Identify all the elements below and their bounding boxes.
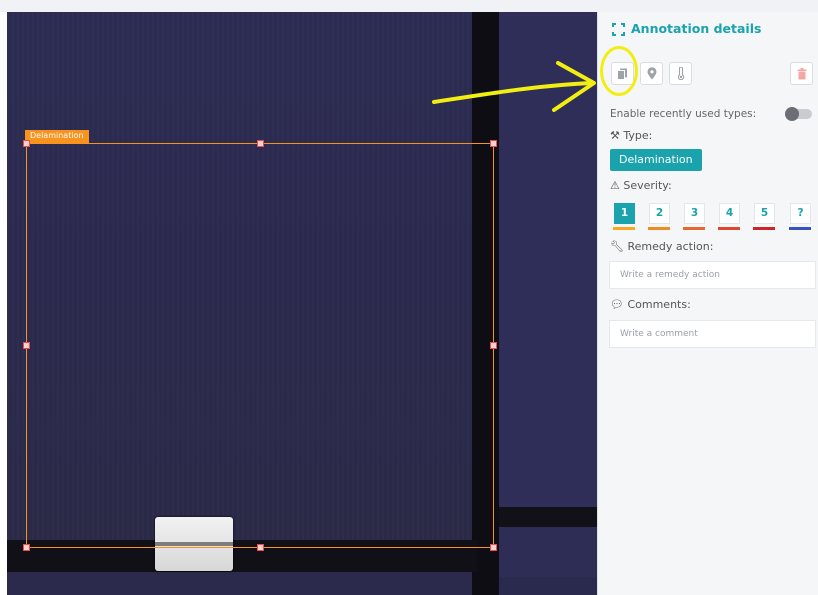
resize-handle-bottom[interactable] xyxy=(257,544,264,551)
comment-icon: 💬︎ xyxy=(610,298,624,311)
temperature-button[interactable] xyxy=(669,62,692,85)
resize-handle-top-right[interactable] xyxy=(490,140,497,147)
severity-label: ⚠ Severity: xyxy=(610,179,672,192)
comments-label: 💬︎ Comments: xyxy=(610,298,691,311)
severity-option-1[interactable]: 1 xyxy=(614,203,635,224)
resize-handle-right[interactable] xyxy=(490,342,497,349)
recent-types-label: Enable recently used types: xyxy=(610,108,757,120)
map-pin-icon xyxy=(647,67,656,80)
annotation-label: Delamination xyxy=(25,130,89,143)
remedy-label-text: Remedy action: xyxy=(627,240,714,253)
tools-icon: ⚒ xyxy=(610,129,620,142)
resize-handle-top[interactable] xyxy=(257,140,264,147)
type-chip-delamination[interactable]: Delamination xyxy=(610,149,702,171)
panel-header: Annotation details xyxy=(598,12,818,46)
type-label: ⚒ Type: xyxy=(610,129,652,142)
severity-option-unknown[interactable]: ? xyxy=(790,203,811,224)
wrench-icon: 🔧︎ xyxy=(610,240,624,253)
severity-label-text: Severity: xyxy=(623,179,672,192)
type-label-text: Type: xyxy=(623,129,653,142)
severity-option-2[interactable]: 2 xyxy=(649,203,670,224)
resize-handle-top-left[interactable] xyxy=(23,140,30,147)
severity-bar-2 xyxy=(648,227,670,230)
panel-gap-horizontal-right xyxy=(499,507,597,527)
highlight-arrow xyxy=(432,61,596,112)
warning-icon: ⚠ xyxy=(610,179,620,192)
thermometer-icon xyxy=(677,67,684,80)
severity-bar-3 xyxy=(683,227,705,230)
recent-types-toggle[interactable] xyxy=(785,107,812,121)
resize-handle-left[interactable] xyxy=(23,342,30,349)
annotation-details-panel: Annotation details Enable recently used … xyxy=(597,12,818,595)
annotation-toolbar xyxy=(608,62,813,90)
severity-bar-unknown xyxy=(789,227,811,230)
annotation-bounding-box[interactable] xyxy=(26,143,494,548)
top-strip xyxy=(0,0,818,12)
location-button[interactable] xyxy=(640,62,663,85)
severity-option-5[interactable]: 5 xyxy=(754,203,775,224)
delete-button[interactable] xyxy=(790,62,813,85)
comments-label-text: Comments: xyxy=(627,298,691,311)
resize-handle-bottom-right[interactable] xyxy=(490,544,497,551)
severity-option-3[interactable]: 3 xyxy=(684,203,705,224)
panel-title: Annotation details xyxy=(631,21,762,36)
solar-panel-lower xyxy=(7,572,477,595)
comment-input[interactable]: Write a comment xyxy=(609,320,816,348)
remedy-label: 🔧︎ Remedy action: xyxy=(610,240,713,253)
expand-icon[interactable] xyxy=(612,23,625,36)
remedy-action-input[interactable]: Write a remedy action xyxy=(609,261,816,289)
severity-bar-5 xyxy=(753,227,775,230)
trash-icon xyxy=(797,67,806,79)
solar-panel-adjacent-lower xyxy=(499,527,597,577)
severity-bar-1 xyxy=(613,227,635,230)
resize-handle-bottom-left[interactable] xyxy=(23,544,30,551)
severity-bar-4 xyxy=(718,227,740,230)
severity-option-4[interactable]: 4 xyxy=(719,203,740,224)
